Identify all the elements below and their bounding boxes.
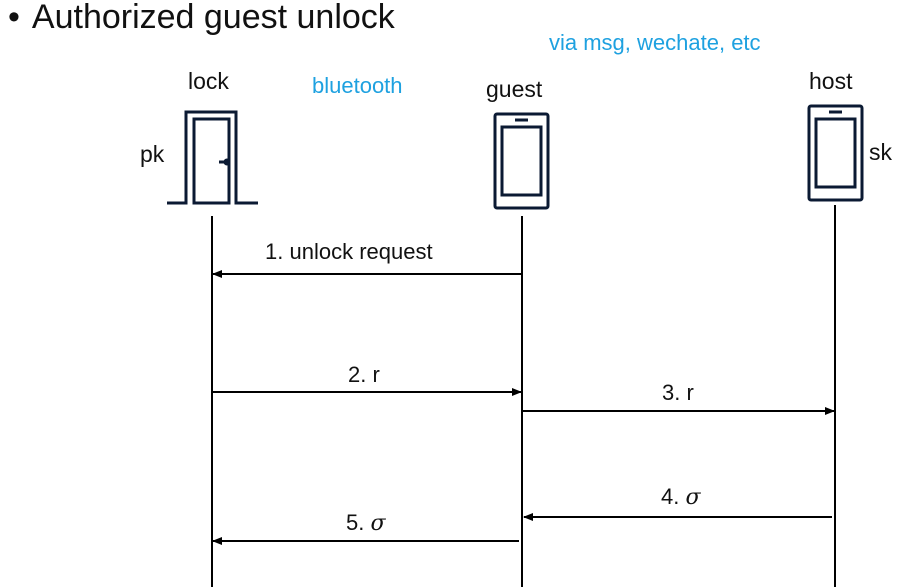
message-4-label: 4. σ <box>661 484 701 510</box>
message-2-step: 2. <box>348 362 367 387</box>
message-4-text: σ <box>685 485 701 510</box>
message-5-text: σ <box>370 511 386 536</box>
message-1-label: 1. unlock request <box>265 239 433 265</box>
guest-phone-icon <box>493 112 550 210</box>
sequence-diagram: • Authorized guest unlock via msg, wechat… <box>0 0 897 587</box>
message-1-text: unlock request <box>289 239 433 264</box>
message-3-text: r <box>686 380 694 405</box>
message-1-step: 1. <box>265 239 284 264</box>
message-5-step: 5. <box>346 510 365 535</box>
door-icon <box>167 110 258 205</box>
message-5-label: 5. σ <box>346 510 386 536</box>
host-phone-icon <box>807 104 864 202</box>
message-4-step: 4. <box>661 484 680 509</box>
message-3-step: 3. <box>662 380 681 405</box>
message-3-label: 3. r <box>662 380 694 406</box>
diagram-graphics <box>167 104 864 587</box>
message-2-text: r <box>372 362 380 387</box>
message-2-label: 2. r <box>348 362 380 388</box>
